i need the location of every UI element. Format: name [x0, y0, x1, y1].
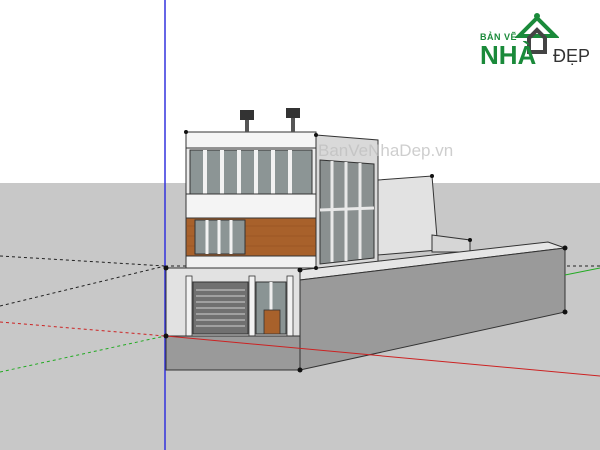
column-mid: [248, 275, 256, 337]
logo-suffix-text: ĐẸP: [553, 46, 591, 66]
entry-wood-panel: [263, 309, 281, 335]
roof-parapet: [185, 131, 317, 149]
floor-band: [185, 193, 317, 219]
back-wing-wall: [377, 175, 439, 256]
floor-slab: [185, 255, 317, 269]
column-right: [286, 275, 294, 337]
sketchup-viewport[interactable]: BanVeNhaDep.vn BẢN VẼ NHÀ ĐẸP: [0, 0, 600, 450]
watermark-text: BanVeNhaDep.vn: [318, 141, 454, 160]
logo-main-text: NHÀ: [480, 40, 537, 70]
window-floor3: [189, 149, 313, 195]
base-platform-front: [165, 335, 301, 371]
brand-logo: BẢN VẼ NHÀ ĐẸP: [478, 12, 596, 68]
column-left: [185, 275, 193, 337]
